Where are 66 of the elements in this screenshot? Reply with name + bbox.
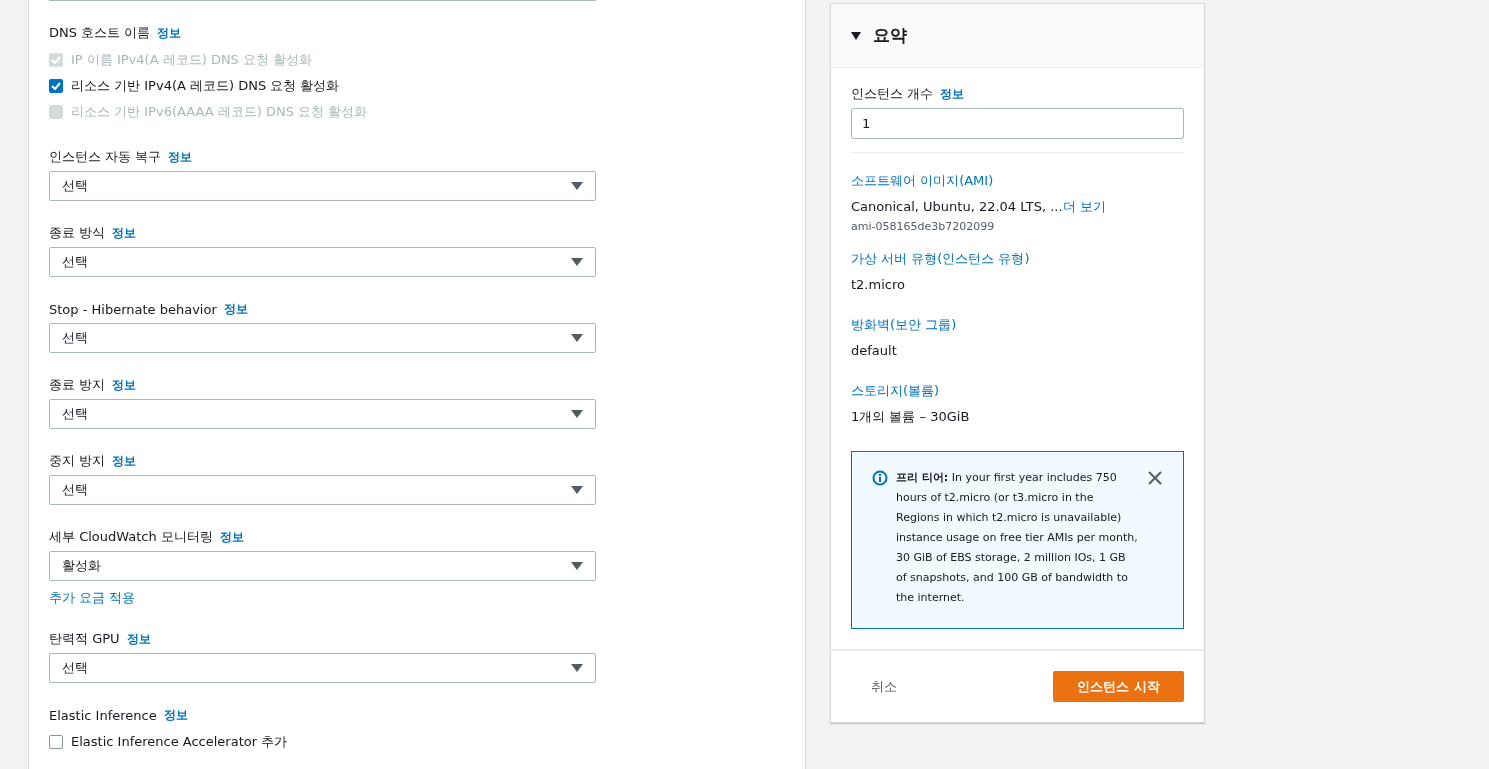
info-link[interactable]: 정보: [112, 452, 137, 470]
info-link[interactable]: 정보: [112, 224, 137, 242]
select-value: 선택: [62, 253, 88, 271]
info-link[interactable]: 정보: [157, 24, 182, 42]
field-label: Elastic Inference: [49, 707, 157, 723]
caret-down-icon: [571, 334, 583, 342]
info-link[interactable]: 정보: [223, 300, 248, 318]
info-link[interactable]: 정보: [126, 630, 151, 648]
field-label: 종료 방지: [49, 376, 106, 394]
more-link[interactable]: 더 보기: [1062, 199, 1106, 214]
alert-text: 프리 티어: In your first year includes 750 hours of t2.micro (or t3.micro in the Regions in which t2.micro is unavailable) instance usage on free tier AMIs per month, 30 GiB of EBS storage, 2 million IOs, 1 GB of snapshots, and 100 GB of bandwidth to the internet.: [896, 470, 1139, 606]
field-label: 종료 방식: [49, 224, 106, 242]
select-value: 선택: [62, 481, 88, 499]
select-dropdown[interactable]: 선택: [49, 323, 596, 353]
caret-down-icon: [571, 486, 583, 494]
caret-down-icon[interactable]: [851, 31, 861, 40]
caret-down-icon: [571, 664, 583, 672]
section-link[interactable]: 스토리지(볼륨): [851, 379, 1184, 403]
input-field[interactable]: 1: [851, 108, 1184, 139]
launch-button[interactable]: 인스턴스 시작: [1053, 671, 1184, 702]
note-link[interactable]: 추가 요금 적용: [49, 589, 596, 607]
checkbox-label: Elastic Inference Accelerator 추가: [71, 733, 288, 751]
info-link[interactable]: 정보: [112, 376, 137, 394]
select-value: 활성화: [62, 557, 101, 575]
section-link[interactable]: 소프트웨어 이미지(AMI): [851, 169, 1184, 193]
select-dropdown[interactable]: 선택: [49, 247, 596, 277]
caret-down-icon: [571, 258, 583, 266]
field-label: 탄력적 GPU: [49, 630, 120, 648]
select-dropdown[interactable]: 선택: [49, 171, 596, 201]
section-value: Canonical, Ubuntu, 22.04 LTS, ...더 보기: [851, 198, 1107, 216]
checkbox-label: 리소스 기반 IPv6(AAAA 레코드) DNS 요청 활성화: [71, 103, 368, 121]
select-value: 선택: [62, 177, 88, 195]
select-dropdown[interactable]: 선택: [49, 653, 596, 683]
checkbox[interactable]: [49, 79, 63, 93]
section-value: t2.micro: [851, 276, 906, 294]
info-link[interactable]: 정보: [219, 528, 244, 546]
field-label: 세부 CloudWatch 모니터링: [49, 528, 213, 546]
ami-id: ami-058165de3b7202099: [851, 221, 996, 233]
field-label: DNS 호스트 이름: [49, 24, 151, 42]
panel-title: 요약: [873, 24, 907, 47]
select-value: 선택: [62, 405, 88, 423]
field-label: Stop - Hibernate behavior: [49, 301, 217, 317]
info-icon: [872, 470, 888, 486]
select-dropdown[interactable]: 선택: [49, 399, 596, 429]
field-label: 인스턴스 자동 복구: [49, 148, 162, 166]
caret-down-icon: [571, 182, 583, 190]
select-dropdown[interactable]: 선택: [49, 475, 596, 505]
info-link[interactable]: 정보: [168, 148, 193, 166]
checkbox-label: 리소스 기반 IPv4(A 레코드) DNS 요청 활성화: [71, 77, 340, 95]
field-label: 중지 방지: [49, 452, 106, 470]
caret-down-icon: [571, 562, 583, 570]
section-link[interactable]: 방화벽(보안 그룹): [851, 313, 1184, 337]
select-value: 선택: [62, 329, 88, 347]
cancel-button[interactable]: 취소: [851, 671, 917, 702]
field-label: 인스턴스 개수: [851, 85, 934, 103]
section-link[interactable]: 가상 서버 유형(인스턴스 유형): [851, 247, 1184, 271]
select-value: 선택: [62, 659, 88, 677]
select-dropdown[interactable]: 활성화: [49, 551, 596, 581]
checkbox-label: IP 이름 IPv4(A 레코드) DNS 요청 활성화: [71, 51, 313, 69]
checkbox[interactable]: [49, 735, 63, 749]
close-button[interactable]: [1147, 470, 1163, 486]
info-link[interactable]: 정보: [163, 706, 188, 724]
section-value: default: [851, 342, 898, 360]
caret-down-icon: [571, 410, 583, 418]
info-link[interactable]: 정보: [940, 85, 965, 103]
section-value: 1개의 볼륨 – 30GiB: [851, 408, 971, 426]
